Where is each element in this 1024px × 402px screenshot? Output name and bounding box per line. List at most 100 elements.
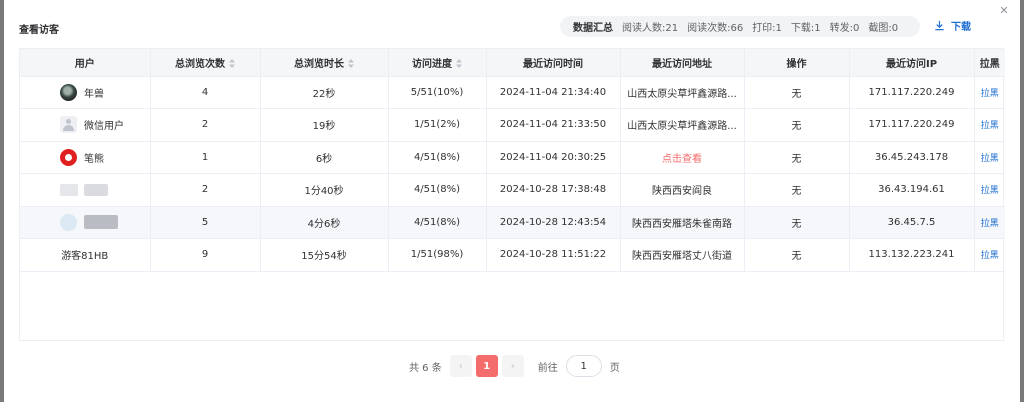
cell-progress: 4/51(8%): [388, 141, 487, 174]
cell-operation: 无: [744, 108, 850, 142]
header-duration[interactable]: 总浏览时长: [260, 49, 389, 77]
cell-block: 拉黑: [974, 141, 1005, 174]
cell-block: 拉黑: [974, 76, 1005, 109]
block-link[interactable]: 拉黑: [981, 219, 999, 229]
table-row: 游客81HB 9 15分54秒 1/51(98%) 2024-10-28 11:…: [20, 238, 1005, 272]
summary-forwards: 转发:0: [829, 23, 860, 34]
cell-ip: 36.45.7.5: [849, 206, 975, 239]
cell-visits: 1: [150, 141, 261, 174]
header-ip: 最近访问IP: [849, 49, 975, 77]
cell-operation: 无: [744, 141, 850, 174]
summary-bar: 数据汇总 阅读人数:21 阅读次数:66 打印:1 下载:1 转发:0 截图:0: [560, 16, 920, 37]
cell-visits: 2: [150, 108, 261, 142]
avatar: [60, 83, 77, 101]
goto-page-input[interactable]: 1: [565, 355, 602, 377]
cell-progress: 4/51(8%): [388, 206, 487, 239]
visitor-table: 用户 总浏览次数 总浏览时长 访问进度 最近访问时间 最近访问地址 操作 最近访…: [19, 48, 1005, 341]
block-link[interactable]: 拉黑: [981, 154, 999, 164]
cell-visits: 4: [150, 76, 261, 109]
sort-icon[interactable]: [229, 59, 235, 69]
next-page-button[interactable]: ›: [501, 355, 524, 377]
summary-downloads: 下载:1: [790, 23, 821, 34]
header-operation: 操作: [744, 49, 850, 77]
header-address: 最近访问地址: [620, 49, 745, 77]
table-row: 笔熊 1 6秒 4/51(8%) 2024-11-04 20:30:25 点击查…: [20, 141, 1005, 174]
cell-progress: 5/51(10%): [388, 76, 487, 109]
page-number[interactable]: 1: [475, 355, 498, 377]
cell-user: 游客81HB: [20, 238, 151, 272]
summary-reads: 阅读次数:66: [687, 23, 744, 34]
cell-block: 拉黑: [974, 173, 1005, 207]
cell-visits: 9: [150, 238, 261, 272]
table-row: 5 4分6秒 4/51(8%) 2024-10-28 12:43:54 陕西西安…: [20, 206, 1005, 239]
cell-time: 2024-10-28 17:38:48: [486, 173, 621, 207]
cell-duration: 22秒: [260, 76, 389, 109]
cell-address: 点击查看: [620, 141, 745, 174]
blurred-name: [84, 215, 118, 230]
avatar: [60, 148, 77, 166]
download-icon: [935, 20, 944, 31]
block-link[interactable]: 拉黑: [981, 186, 999, 196]
cell-visits: 5: [150, 206, 261, 239]
block-link[interactable]: 拉黑: [981, 251, 999, 261]
cell-ip: 36.45.243.178: [849, 141, 975, 174]
pagination: 共 6 条 ‹ 1 › 前往 1 页: [409, 355, 620, 377]
table-row: 2 1分40秒 4/51(8%) 2024-10-28 17:38:48 陕西西…: [20, 173, 1005, 207]
visitor-dialog: ✕ 查看访客 数据汇总 阅读人数:21 阅读次数:66 打印:1 下载:1 转发…: [4, 0, 1020, 402]
cell-block: 拉黑: [974, 238, 1005, 272]
cell-duration: 4分6秒: [260, 206, 389, 239]
cell-address: 陕西西安雁塔丈八街道: [620, 238, 745, 272]
header-visits[interactable]: 总浏览次数: [150, 49, 261, 77]
cell-ip: 36.43.194.61: [849, 173, 975, 207]
cell-user: 微信用户: [20, 108, 151, 142]
cell-operation: 无: [744, 76, 850, 109]
goto-label: 前往: [537, 362, 558, 374]
user-name: 游客81HB: [61, 251, 109, 263]
cell-duration: 6秒: [260, 141, 389, 174]
cell-time: 2024-11-04 21:33:50: [486, 108, 621, 142]
cell-address: 山西太原尖草坪鑫源路...: [620, 108, 745, 142]
close-icon[interactable]: ✕: [998, 5, 1010, 17]
header-progress[interactable]: 访问进度: [388, 49, 487, 77]
chevron-left-icon: ‹: [458, 360, 463, 372]
cell-ip: 113.132.223.241: [849, 238, 975, 272]
block-link[interactable]: 拉黑: [981, 89, 999, 99]
user-name: 笔熊: [84, 153, 104, 165]
prev-page-button[interactable]: ‹: [449, 355, 472, 377]
sort-icon[interactable]: [456, 59, 462, 69]
cell-user: [20, 206, 151, 239]
summary-screenshots: 截图:0: [868, 23, 899, 34]
cell-duration: 19秒: [260, 108, 389, 142]
cell-duration: 15分54秒: [260, 238, 389, 272]
block-link[interactable]: 拉黑: [981, 121, 999, 131]
cell-block: 拉黑: [974, 206, 1005, 239]
user-name: 年兽: [84, 88, 104, 100]
cell-progress: 4/51(8%): [388, 173, 487, 207]
dialog-title: 查看访客: [19, 25, 59, 36]
download-label: 下载: [951, 22, 971, 33]
sort-icon[interactable]: [348, 59, 354, 69]
blurred-name: [84, 183, 108, 196]
table-header-row: 用户 总浏览次数 总浏览时长 访问进度 最近访问时间 最近访问地址 操作 最近访…: [20, 49, 1005, 77]
avatar: [60, 213, 77, 231]
cell-time: 2024-11-04 20:30:25: [486, 141, 621, 174]
header-user: 用户: [20, 49, 151, 77]
cell-user: 年兽: [20, 76, 151, 109]
summary-label: 数据汇总: [573, 23, 613, 34]
cell-address: 陕西西安雁塔朱雀南路: [620, 206, 745, 239]
chevron-right-icon: ›: [510, 360, 515, 372]
table-row: 微信用户 2 19秒 1/51(2%) 2024-11-04 21:33:50 …: [20, 108, 1005, 142]
view-address-link[interactable]: 点击查看: [662, 154, 702, 165]
cell-user: 笔熊: [20, 141, 151, 174]
goto-suffix: 页: [609, 362, 620, 374]
cell-time: 2024-11-04 21:34:40: [486, 76, 621, 109]
cell-operation: 无: [744, 173, 850, 207]
cell-operation: 无: [744, 238, 850, 272]
cell-time: 2024-10-28 12:43:54: [486, 206, 621, 239]
cell-address: 陕西西安阎良: [620, 173, 745, 207]
table-row: 年兽 4 22秒 5/51(10%) 2024-11-04 21:34:40 山…: [20, 76, 1005, 109]
summary-prints: 打印:1: [752, 23, 782, 34]
download-button[interactable]: 下载: [934, 18, 971, 33]
cell-operation: 无: [744, 206, 850, 239]
total-count: 共 6 条: [409, 362, 442, 374]
